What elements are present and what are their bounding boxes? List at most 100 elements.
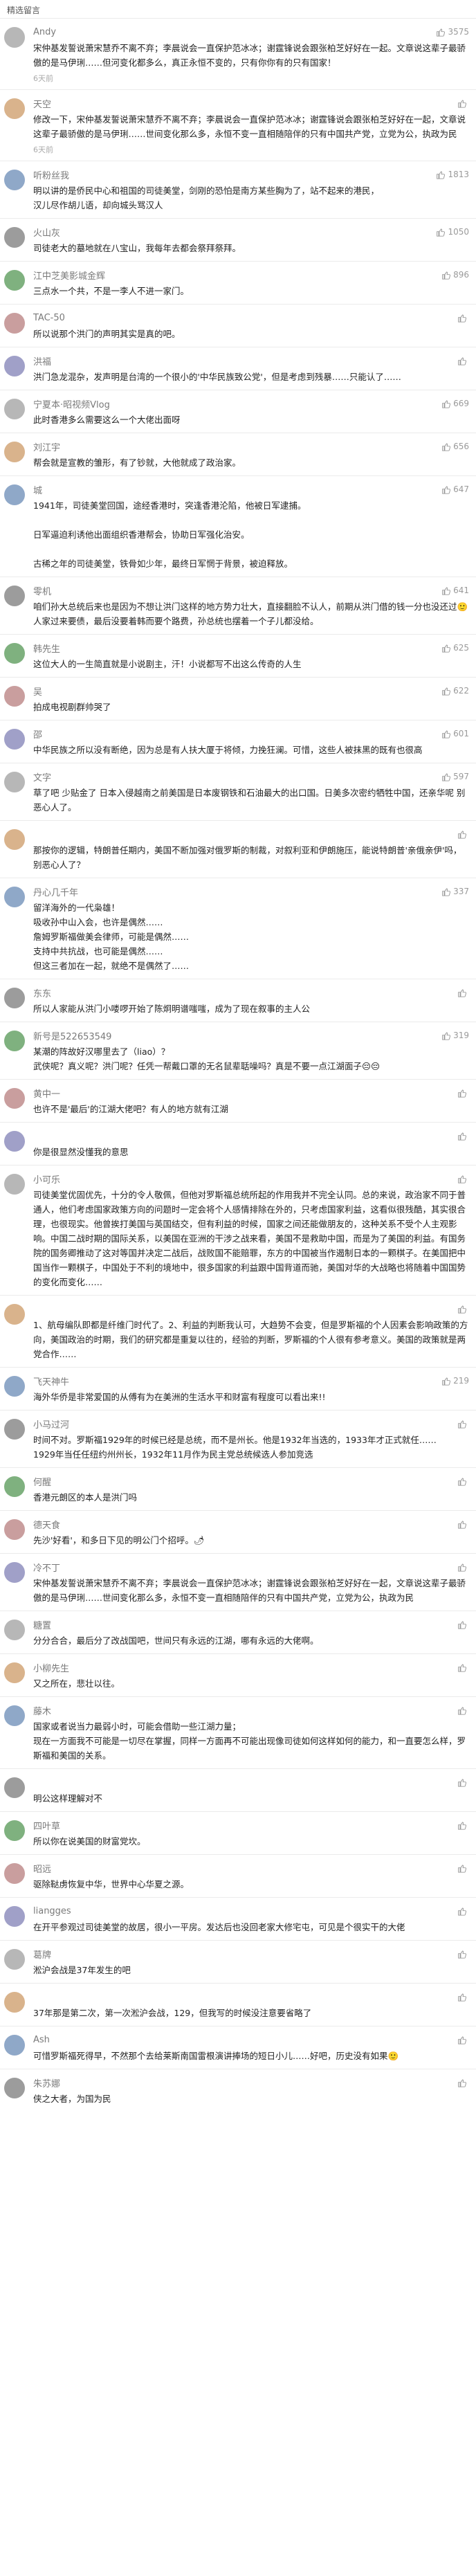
username[interactable]: 火山灰 — [33, 226, 60, 239]
like-button[interactable]: 601 — [441, 729, 469, 738]
avatar[interactable] — [4, 772, 25, 792]
like-button[interactable]: 625 — [441, 643, 469, 653]
username[interactable]: 城 — [33, 483, 42, 496]
username[interactable]: 藤木 — [33, 1704, 51, 1717]
like-button[interactable] — [457, 830, 469, 839]
avatar[interactable] — [4, 1949, 25, 1970]
avatar[interactable] — [4, 1620, 25, 1640]
like-button[interactable] — [457, 356, 469, 365]
avatar[interactable] — [4, 356, 25, 377]
username[interactable]: 文字 — [33, 770, 51, 783]
avatar[interactable] — [4, 1304, 25, 1325]
username[interactable]: 糖置 — [33, 1618, 51, 1631]
like-button[interactable] — [457, 1907, 469, 1916]
username[interactable]: 黄中一 — [33, 1087, 60, 1100]
like-button[interactable] — [457, 988, 469, 997]
avatar[interactable] — [4, 1777, 25, 1798]
username[interactable]: 新号是522653549 — [33, 1029, 111, 1042]
avatar[interactable] — [4, 1562, 25, 1583]
like-button[interactable]: 656 — [441, 442, 469, 451]
avatar[interactable] — [4, 1131, 25, 1152]
username[interactable]: 朱苏娜 — [33, 2076, 60, 2089]
username[interactable]: 德天食 — [33, 1518, 60, 1531]
username[interactable]: 小可乐 — [33, 1172, 60, 1186]
like-button[interactable]: 219 — [441, 1376, 469, 1386]
username[interactable]: 天空 — [33, 97, 51, 110]
username[interactable]: 江中芝美影城金辉 — [33, 269, 105, 282]
like-button[interactable] — [457, 1993, 469, 2002]
like-button[interactable] — [457, 1132, 469, 1141]
username[interactable]: 冷不丁 — [33, 1561, 60, 1574]
like-button[interactable] — [457, 1778, 469, 1787]
username[interactable]: TAC-50 — [33, 313, 65, 323]
username[interactable]: 昭远 — [33, 1862, 51, 1875]
like-button[interactable]: 641 — [441, 586, 469, 595]
like-button[interactable] — [457, 1663, 469, 1672]
username[interactable]: 听粉丝我 — [33, 168, 69, 181]
avatar[interactable] — [4, 1174, 25, 1195]
avatar[interactable] — [4, 442, 25, 462]
like-button[interactable]: 669 — [441, 399, 469, 408]
avatar[interactable] — [4, 270, 25, 291]
avatar[interactable] — [4, 887, 25, 907]
like-button[interactable] — [457, 1821, 469, 1830]
username[interactable]: liangges — [33, 1906, 71, 1916]
username[interactable]: 零机 — [33, 584, 51, 597]
avatar[interactable] — [4, 98, 25, 119]
like-button[interactable] — [457, 314, 469, 323]
like-button[interactable]: 3575 — [436, 27, 469, 37]
username[interactable]: 刘江宇 — [33, 440, 60, 453]
avatar[interactable] — [4, 829, 25, 850]
avatar[interactable] — [4, 1031, 25, 1051]
avatar[interactable] — [4, 686, 25, 707]
like-button[interactable] — [457, 1419, 469, 1428]
username[interactable]: 小柳先生 — [33, 1661, 69, 1674]
avatar[interactable] — [4, 227, 25, 248]
avatar[interactable] — [4, 1662, 25, 1683]
like-button[interactable]: 647 — [441, 484, 469, 494]
username[interactable]: 丹心几千年 — [33, 885, 78, 898]
avatar[interactable] — [4, 1519, 25, 1540]
like-button[interactable] — [457, 1089, 469, 1098]
like-button[interactable] — [457, 1620, 469, 1629]
username[interactable]: 吴 — [33, 684, 42, 698]
username[interactable]: 韩先生 — [33, 642, 60, 655]
avatar[interactable] — [4, 1476, 25, 1497]
avatar[interactable] — [4, 1863, 25, 1884]
username[interactable]: 飞天神牛 — [33, 1375, 69, 1388]
avatar[interactable] — [4, 729, 25, 750]
like-button[interactable] — [457, 2078, 469, 2087]
like-button[interactable] — [457, 1305, 469, 1314]
username[interactable]: 四叶草 — [33, 1819, 60, 1832]
avatar[interactable] — [4, 586, 25, 606]
username[interactable]: 宁夏本·昭视频Vlog — [33, 397, 110, 410]
username[interactable]: Ash — [33, 2035, 50, 2045]
username[interactable]: 东东 — [33, 986, 51, 999]
avatar[interactable] — [4, 1992, 25, 2013]
avatar[interactable] — [4, 1419, 25, 1440]
avatar[interactable] — [4, 399, 25, 419]
avatar[interactable] — [4, 1906, 25, 1927]
avatar[interactable] — [4, 484, 25, 505]
like-button[interactable] — [457, 1950, 469, 1959]
avatar[interactable] — [4, 1705, 25, 1726]
avatar[interactable] — [4, 1820, 25, 1841]
like-button[interactable]: 1813 — [436, 170, 469, 179]
like-button[interactable]: 337 — [441, 887, 469, 896]
avatar[interactable] — [4, 1376, 25, 1397]
like-button[interactable]: 622 — [441, 686, 469, 696]
like-button[interactable] — [457, 99, 469, 108]
like-button[interactable]: 1050 — [436, 227, 469, 237]
avatar[interactable] — [4, 2078, 25, 2098]
username[interactable]: 葛牌 — [33, 1948, 51, 1961]
avatar[interactable] — [4, 2035, 25, 2056]
like-button[interactable] — [457, 1563, 469, 1572]
like-button[interactable] — [457, 1864, 469, 1873]
avatar[interactable] — [4, 27, 25, 48]
like-button[interactable] — [457, 1520, 469, 1529]
username[interactable]: 何醒 — [33, 1475, 51, 1488]
username[interactable]: 洪福 — [33, 354, 51, 368]
avatar[interactable] — [4, 643, 25, 664]
username[interactable]: 小马过河 — [33, 1417, 69, 1431]
like-button[interactable] — [457, 1706, 469, 1715]
